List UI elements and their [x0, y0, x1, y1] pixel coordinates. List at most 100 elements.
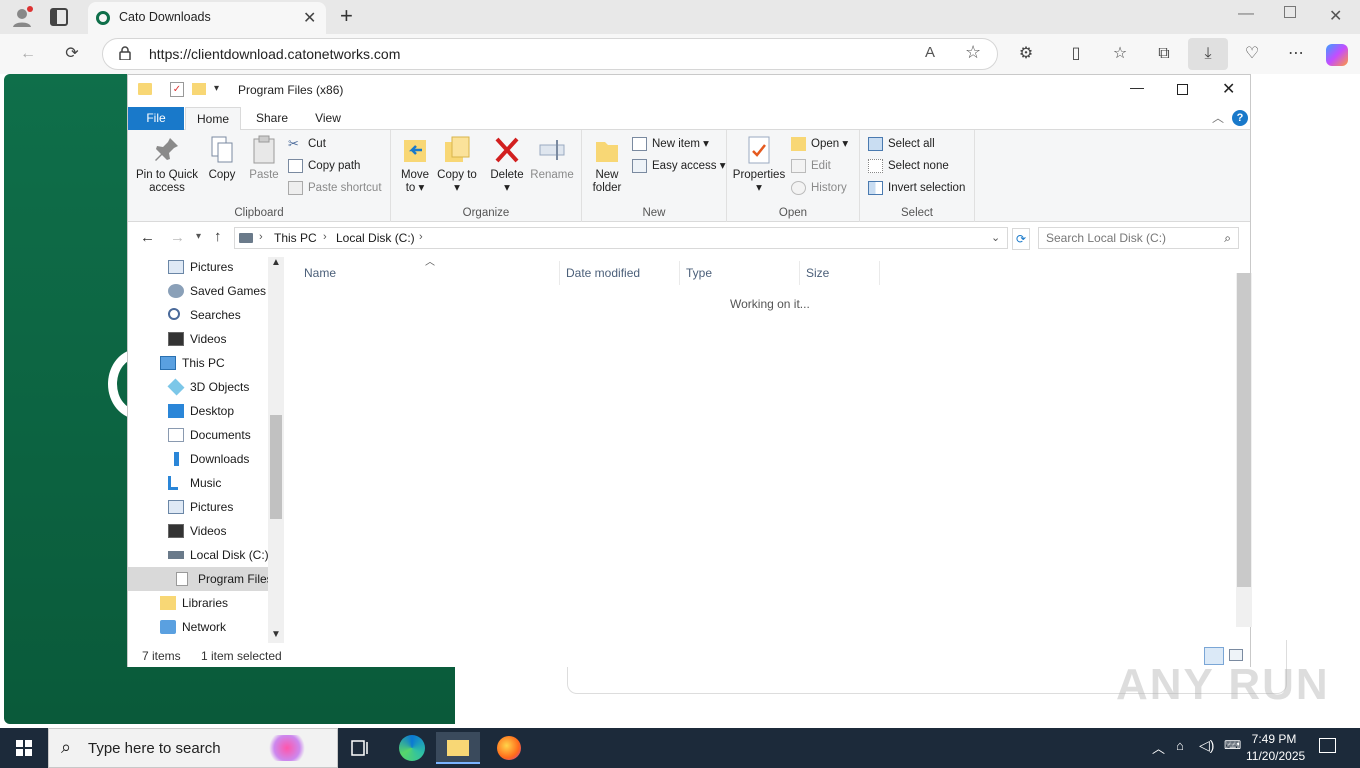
- clock[interactable]: 7:49 PM 11/20/2025: [1246, 731, 1305, 765]
- new-tab-icon[interactable]: +: [340, 3, 353, 29]
- copy-to-button[interactable]: Copy to ▾: [437, 134, 477, 195]
- back-icon[interactable]: ←: [12, 38, 44, 70]
- close-icon[interactable]: ✕: [1222, 79, 1235, 99]
- favorite-star-icon[interactable]: ☆: [965, 42, 981, 63]
- select-none-button[interactable]: Select none: [868, 156, 949, 176]
- volume-icon[interactable]: ◁): [1199, 737, 1214, 754]
- tab-view[interactable]: View: [302, 107, 354, 130]
- search-input[interactable]: Search Local Disk (C:) ⌕: [1038, 227, 1239, 249]
- nav-item[interactable]: Music: [128, 471, 268, 495]
- scroll-down-icon[interactable]: ▼: [271, 629, 281, 640]
- minimize-icon[interactable]: —: [1130, 79, 1144, 95]
- edit-button[interactable]: Edit: [791, 156, 831, 176]
- collapse-ribbon-icon[interactable]: ︿: [1212, 109, 1224, 126]
- nav-item[interactable]: Documents: [128, 423, 268, 447]
- forward-arrow-icon[interactable]: →: [170, 229, 185, 246]
- back-arrow-icon[interactable]: ←: [140, 229, 155, 246]
- nav-item[interactable]: Searches: [128, 303, 268, 327]
- downloads-toolbar-icon[interactable]: ⤓: [1188, 38, 1228, 70]
- file-list-scroll-thumb[interactable]: [1237, 273, 1251, 587]
- pin-quick-access-button[interactable]: Pin to Quick access: [134, 134, 200, 195]
- read-aloud-icon[interactable]: A: [925, 44, 935, 61]
- copilot-icon[interactable]: [1326, 44, 1348, 66]
- tab-home[interactable]: Home: [185, 107, 241, 130]
- address-dropdown-icon[interactable]: ⌄: [991, 231, 1000, 244]
- nav-item[interactable]: Desktop: [128, 399, 268, 423]
- restore-browser-icon[interactable]: [1284, 6, 1296, 18]
- qat-dropdown-icon[interactable]: ▾: [214, 83, 219, 94]
- url-bar[interactable]: https://clientdownload.catonetworks.com …: [102, 38, 998, 70]
- qat-new-folder-icon[interactable]: [192, 83, 206, 95]
- paste-button[interactable]: Paste: [244, 134, 284, 182]
- refresh-icon[interactable]: ⟳: [56, 38, 88, 70]
- tab-share[interactable]: Share: [246, 107, 298, 130]
- easy-access-button[interactable]: Easy access ▾: [632, 156, 726, 176]
- up-arrow-icon[interactable]: ↑: [214, 228, 222, 245]
- nav-item[interactable]: Videos: [128, 519, 268, 543]
- tab-file[interactable]: File: [128, 107, 184, 130]
- start-windows-icon[interactable]: [16, 740, 32, 756]
- new-item-button[interactable]: New item ▾: [632, 134, 709, 154]
- nav-item[interactable]: 3D Objects: [128, 375, 268, 399]
- nav-item[interactable]: Libraries: [128, 591, 268, 615]
- profile-icon[interactable]: [10, 5, 34, 29]
- move-to-button[interactable]: Move to ▾: [395, 134, 435, 195]
- browser-tab[interactable]: Cato Downloads ✕: [88, 2, 326, 34]
- language-icon[interactable]: ⌨: [1224, 738, 1241, 752]
- collections-icon[interactable]: ⧉: [1148, 38, 1180, 70]
- open-button[interactable]: Open ▾: [791, 134, 848, 154]
- column-header-type[interactable]: Type: [680, 261, 800, 285]
- show-hidden-icons-icon[interactable]: ︿: [1152, 738, 1165, 757]
- history-button[interactable]: History: [791, 178, 847, 198]
- taskbar-search[interactable]: ⌕ Type here to search: [48, 728, 338, 768]
- qat-properties-icon[interactable]: ✓: [170, 82, 184, 97]
- firefox-taskbar-icon[interactable]: [486, 732, 530, 764]
- copy-path-button[interactable]: Copy path: [288, 156, 360, 176]
- task-view-icon[interactable]: [338, 732, 382, 764]
- delete-button[interactable]: Delete ▾: [487, 134, 527, 195]
- cut-button[interactable]: ✂ Cut: [288, 134, 326, 154]
- nav-item[interactable]: Pictures: [128, 495, 268, 519]
- column-header-name[interactable]: Name: [298, 261, 560, 285]
- close-browser-icon[interactable]: ✕: [1329, 6, 1342, 26]
- select-all-button[interactable]: Select all: [868, 134, 935, 154]
- properties-button[interactable]: Properties ▾: [731, 134, 787, 195]
- breadcrumb-local-disk[interactable]: Local Disk (C:): [336, 231, 415, 245]
- more-menu-icon[interactable]: ⋯: [1280, 38, 1312, 70]
- scroll-up-icon[interactable]: ▲: [271, 257, 281, 268]
- breadcrumb-this-pc[interactable]: This PC: [274, 231, 317, 245]
- column-header-date-modified[interactable]: Date modified: [560, 261, 680, 285]
- file-list-scrollbar[interactable]: [1236, 273, 1252, 627]
- nav-item[interactable]: Saved Games: [128, 279, 268, 303]
- navigation-scroll-thumb[interactable]: [270, 415, 282, 519]
- favorites-icon[interactable]: ☆: [1104, 38, 1136, 70]
- paste-shortcut-button[interactable]: Paste shortcut: [288, 178, 382, 198]
- minimize-browser-icon[interactable]: —: [1238, 5, 1254, 23]
- file-explorer-taskbar-icon[interactable]: [436, 732, 480, 764]
- help-icon[interactable]: ?: [1232, 110, 1248, 126]
- nav-item[interactable]: This PC: [128, 351, 268, 375]
- network-tray-icon[interactable]: ⌂: [1176, 738, 1184, 753]
- rename-button[interactable]: Rename: [529, 134, 575, 182]
- extensions-icon[interactable]: ⚙: [1010, 38, 1042, 70]
- navigation-scrollbar[interactable]: ▲ ▼: [268, 257, 284, 643]
- nav-item[interactable]: Network: [128, 615, 268, 639]
- browser-essentials-icon[interactable]: ♡: [1236, 38, 1268, 70]
- nav-item[interactable]: Videos: [128, 327, 268, 351]
- edge-taskbar-icon[interactable]: [390, 732, 434, 764]
- copy-button[interactable]: Copy: [202, 134, 242, 182]
- address-box[interactable]: › This PC › Local Disk (C:) › ⌄: [234, 227, 1008, 249]
- maximize-icon[interactable]: [1177, 84, 1188, 95]
- nav-item[interactable]: Program Files (x86): [128, 567, 268, 591]
- tab-actions-icon[interactable]: [50, 8, 68, 26]
- column-header-size[interactable]: Size: [800, 261, 880, 285]
- nav-item[interactable]: Pictures: [128, 257, 268, 279]
- nav-item[interactable]: Local Disk (C:): [128, 543, 268, 567]
- close-tab-icon[interactable]: ✕: [303, 8, 316, 28]
- notifications-icon[interactable]: [1319, 738, 1336, 753]
- new-folder-button[interactable]: New folder: [586, 134, 628, 195]
- nav-item[interactable]: Downloads: [128, 447, 268, 471]
- recent-locations-icon[interactable]: ▾: [196, 231, 201, 242]
- invert-selection-button[interactable]: Invert selection: [868, 178, 965, 198]
- split-screen-icon[interactable]: ▯: [1060, 38, 1092, 70]
